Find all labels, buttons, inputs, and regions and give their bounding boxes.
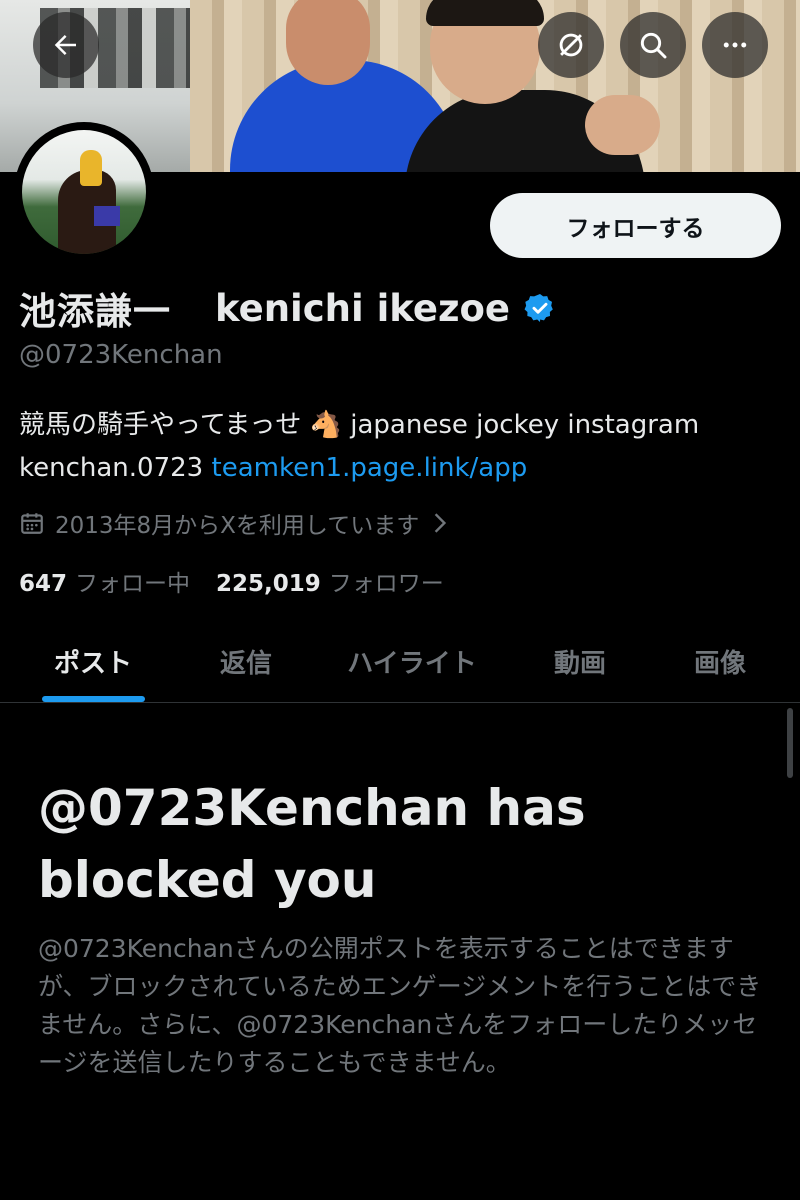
display-name-jp: 池添謙一 xyxy=(19,290,171,333)
following-label[interactable]: フォロー中 xyxy=(75,564,190,598)
tab-videos[interactable]: 動画 xyxy=(510,620,650,702)
display-name-row: 池添謙一 kenichi ikezoe xyxy=(19,280,556,336)
grok-icon xyxy=(554,28,588,62)
bio-link[interactable]: teamken1.page.link/app xyxy=(212,453,528,483)
blocked-title: @0723Kenchan has blocked you xyxy=(38,779,586,909)
followers-label[interactable]: フォロワー xyxy=(329,564,444,598)
active-tab-indicator xyxy=(42,696,145,702)
tab-highlights[interactable]: ハイライト xyxy=(326,620,498,702)
more-horizontal-icon xyxy=(720,30,750,60)
follow-stats: 647 フォロー中 225,019 フォロワー xyxy=(19,564,444,598)
avatar-photo xyxy=(22,130,146,254)
chevron-right-icon xyxy=(431,512,449,534)
grok-button[interactable] xyxy=(538,12,604,78)
verified-badge-icon[interactable] xyxy=(524,292,556,324)
banner-face-1 xyxy=(286,0,370,85)
blocked-description: @0723Kenchanさんの公開ポストを表示することはできますが、ブロックされ… xyxy=(38,934,762,1077)
followers-count[interactable]: 225,019 xyxy=(216,571,321,597)
search-icon xyxy=(637,29,669,61)
arrow-left-icon xyxy=(51,30,81,60)
scrollbar[interactable] xyxy=(787,708,793,778)
profile-tabs: ポスト 返信 ハイライト 動画 画像 xyxy=(0,620,800,703)
avatar-jockey xyxy=(80,150,102,186)
tab-posts[interactable]: ポスト xyxy=(20,620,166,702)
avatar[interactable] xyxy=(14,122,154,262)
banner-hair-2 xyxy=(426,0,544,26)
search-button[interactable] xyxy=(620,12,686,78)
calendar-icon xyxy=(19,510,45,536)
profile-bio: 競馬の騎手やってまっせ 🐴 japanese jockey instagram … xyxy=(19,404,789,490)
following-count[interactable]: 647 xyxy=(19,571,67,597)
banner-arm xyxy=(585,95,660,155)
display-name-en: kenichi ikezoe xyxy=(215,286,511,330)
follow-button[interactable]: フォローする xyxy=(490,193,781,258)
join-date-text: 2013年8月からXを利用しています xyxy=(55,513,420,539)
profile-handle: @0723Kenchan xyxy=(19,340,223,370)
avatar-saddle-cloth xyxy=(94,206,120,226)
tab-images[interactable]: 画像 xyxy=(650,620,790,702)
tab-replies[interactable]: 返信 xyxy=(176,620,316,702)
back-button[interactable] xyxy=(33,12,99,78)
join-date[interactable]: 2013年8月からXを利用しています xyxy=(19,506,449,540)
more-button[interactable] xyxy=(702,12,768,78)
